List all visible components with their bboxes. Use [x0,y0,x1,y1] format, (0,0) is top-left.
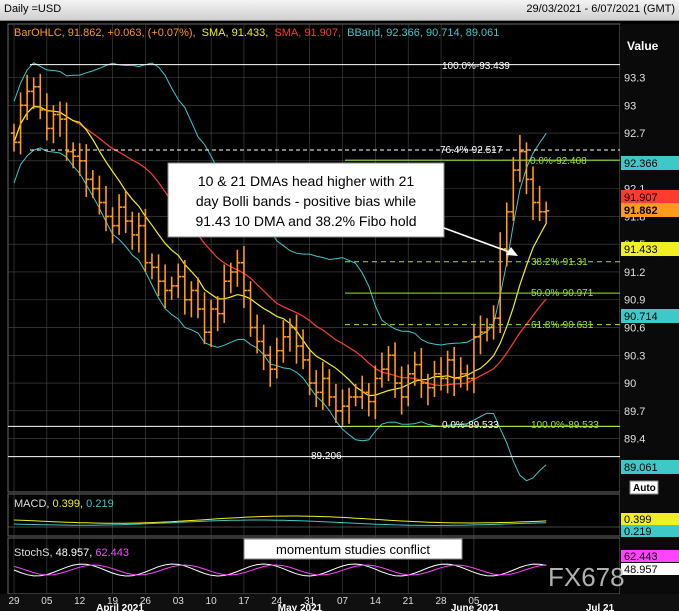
x-tick-label: 10 [206,596,218,607]
level-764-label: 76.4%-92.517 [440,145,503,156]
x-tick-label: 14 [370,596,382,607]
x-tick-label: 28 [435,596,447,607]
x-tick-label: 29 [8,596,20,607]
annotation-line-1: 10 & 21 DMAs head higher with 21 [198,173,415,189]
level-0-label: 0.0%-92.408 [530,156,587,167]
tag-macd: 0.399 [624,514,652,526]
level-618-label: 61.8%-90.631 [531,320,594,331]
legend-sma21: SMA, 91.907, [274,27,341,39]
x-month-label: Jul 21 [586,603,615,611]
x-tick-label: 12 [74,596,86,607]
tag-sma10: 91.433 [624,244,658,256]
level-low-price-label: 89.206 [311,451,342,462]
auto-label: Auto [633,483,656,494]
y-tick-label: 91.2 [624,267,645,279]
y-tick-label: 90.3 [624,350,645,362]
value-axis-title: Value [627,39,659,53]
level-low-100-label: 100.0%-89.533 [531,420,599,431]
y-tick-label: 90.9 [624,295,645,307]
y-tick-label: 90.6 [624,323,645,335]
stoch-legend: StochS, 48.957, 62.443 [14,547,129,559]
y-tick-label: 89.4 [624,434,645,446]
x-tick-label: 03 [173,596,185,607]
main-panel [7,23,621,493]
y-tick-label: 92.7 [624,128,645,140]
price-chart[interactable]: 93.39392.792.492.191.891.591.290.990.690… [0,20,679,611]
annotation-line-3: 91.43 10 DMA and 38.2% Fibo hold [195,213,416,229]
y-tick-label: 89.7 [624,406,645,418]
level-382-label: 38.2%-91.31 [531,257,588,268]
level-high-label: 100.0%-93.439 [442,61,510,72]
x-month-label: May 2021 [278,603,323,611]
tag-sma21: 91.907 [624,192,658,204]
y-tick-label: 90 [624,378,636,390]
tag-bb-upper: 92.366 [624,158,658,170]
tag-stoch-d: 62.443 [624,551,658,563]
x-tick-label: 07 [337,596,349,607]
date-range-label: 29/03/2021 - 6/07/2021 (GMT) [526,3,675,15]
x-tick-label: 21 [403,596,415,607]
tag-bb-lower: 89.061 [624,462,658,474]
annotation-line-2: day Bolli bands - positive bias while [196,193,416,209]
level-50-label: 50.0%-90.971 [531,288,594,299]
tag-macd-signal: 0.219 [624,526,652,538]
symbol-label: Daily =USD [4,3,62,15]
legend: BarOHLC, 91.862, +0.063, (+0.07%), SMA, … [14,27,499,39]
level-low-0-label: 0.0%-89.533 [442,420,499,431]
x-month-label: June 2021 [451,603,500,611]
chart-header: Daily =USD 29/03/2021 - 6/07/2021 (GMT) [0,0,679,21]
macd-legend: MACD, 0.399, 0.219 [14,498,114,510]
y-tick-label: 93.3 [624,73,645,85]
x-tick-label: 05 [41,596,53,607]
tag-bb-mid: 90.714 [624,311,658,323]
watermark: FX678 [548,562,625,592]
tag-last: 91.862 [624,205,658,217]
legend-sma10: SMA, 91.433, [202,27,269,39]
x-tick-label: 17 [238,596,250,607]
y-tick-label: 93 [624,100,636,112]
legend-bband: BBand, 92.366, 90.714, 89.061 [347,27,499,39]
stoch-annotation: momentum studies conflict [276,542,430,557]
tag-stoch-k: 48.957 [624,564,658,576]
legend-ohlc: BarOHLC, 91.862, +0.063, (+0.07%), [14,27,196,39]
x-month-label: April 2021 [96,603,144,611]
